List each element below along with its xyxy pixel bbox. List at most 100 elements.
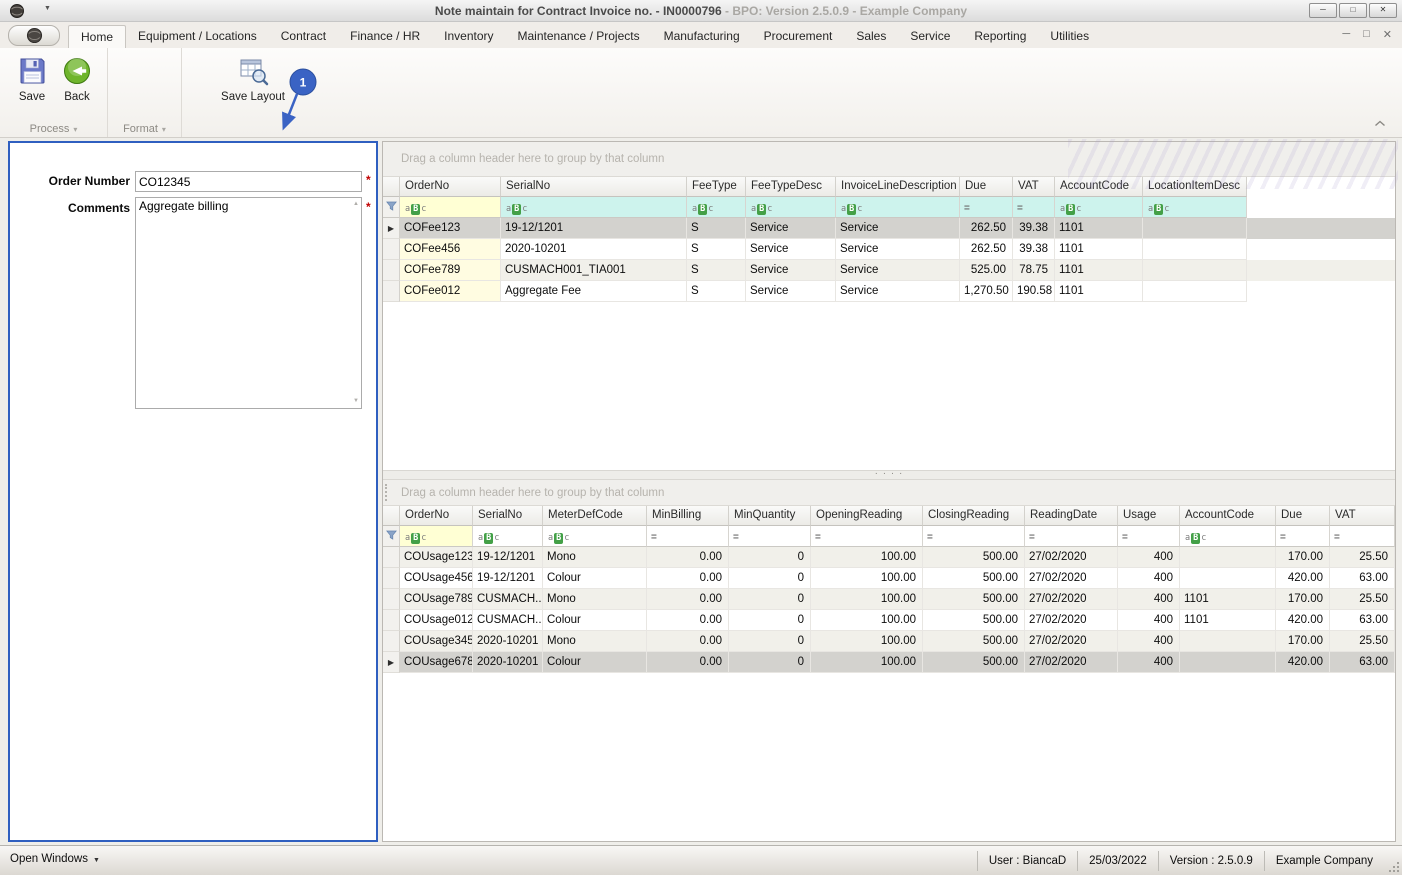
column-header-readingdate[interactable]: ReadingDate	[1025, 506, 1118, 526]
column-header-vat[interactable]: VAT	[1330, 506, 1395, 526]
grid-cell[interactable]: Service	[746, 218, 836, 239]
grid-cell[interactable]: 27/02/2020	[1025, 589, 1118, 610]
minimize-button[interactable]: ─	[1309, 3, 1337, 18]
grid-cell[interactable]: S	[687, 260, 746, 281]
grid-cell[interactable]: 100.00	[811, 589, 923, 610]
grid-cell[interactable]: S	[687, 281, 746, 302]
grid-cell[interactable]: 0.00	[647, 568, 729, 589]
column-header-serialno[interactable]: SerialNo	[473, 506, 543, 526]
tab-reporting[interactable]: Reporting	[962, 25, 1038, 48]
filter-cell-feetypedesc[interactable]: aBc	[746, 197, 836, 218]
grid-cell[interactable]: Service	[836, 281, 960, 302]
grid-cell[interactable]: 1101	[1180, 589, 1276, 610]
grid-cell[interactable]: 39.38	[1013, 218, 1055, 239]
grid-cell[interactable]: 27/02/2020	[1025, 631, 1118, 652]
column-header-openingreading[interactable]: OpeningReading	[811, 506, 923, 526]
row-indicator-cell[interactable]	[383, 547, 400, 568]
tab-contract[interactable]: Contract	[269, 25, 338, 48]
grid-cell[interactable]: 420.00	[1276, 610, 1330, 631]
grid-cell[interactable]: Service	[746, 260, 836, 281]
column-header-due[interactable]: Due	[1276, 506, 1330, 526]
grid-cell[interactable]	[1180, 652, 1276, 673]
grid-splitter[interactable]: · · · ·	[383, 470, 1395, 480]
grid-cell[interactable]: Mono	[543, 589, 647, 610]
grid-cell[interactable]: CUSMACH...	[473, 589, 543, 610]
tab-procurement[interactable]: Procurement	[752, 25, 845, 48]
column-header-closingreading[interactable]: ClosingReading	[923, 506, 1025, 526]
column-header-due[interactable]: Due	[960, 177, 1013, 197]
grid-cell[interactable]: 400	[1118, 631, 1180, 652]
grid-cell[interactable]: 0.00	[647, 589, 729, 610]
grid-cell[interactable]: Colour	[543, 652, 647, 673]
grid-cell[interactable]: Mono	[543, 631, 647, 652]
column-header-vat[interactable]: VAT	[1013, 177, 1055, 197]
grid-cell[interactable]: 400	[1118, 547, 1180, 568]
grid-cell[interactable]: 0	[729, 631, 811, 652]
grid-cell[interactable]: 500.00	[923, 547, 1025, 568]
filter-cell-locationitemdesc[interactable]: aBc	[1143, 197, 1247, 218]
grid-cell[interactable]: 400	[1118, 568, 1180, 589]
column-header-feetypedesc[interactable]: FeeTypeDesc	[746, 177, 836, 197]
grid-cell[interactable]: 0	[729, 610, 811, 631]
column-header-accountcode[interactable]: AccountCode	[1180, 506, 1276, 526]
filter-cell-orderno[interactable]: aBc	[400, 526, 473, 547]
grid-cell[interactable]	[1180, 547, 1276, 568]
resize-grip[interactable]	[1388, 861, 1400, 873]
row-indicator-cell[interactable]	[383, 631, 400, 652]
tab-home[interactable]: Home	[68, 25, 126, 48]
column-header-locationitemdesc[interactable]: LocationItemDesc	[1143, 177, 1247, 197]
filter-cell-usage[interactable]: =	[1118, 526, 1180, 547]
grid-cell[interactable]: 400	[1118, 610, 1180, 631]
ribbon-collapse-button[interactable]	[1374, 116, 1386, 130]
grid-cell[interactable]: Colour	[543, 568, 647, 589]
maximize-button[interactable]: □	[1339, 3, 1367, 18]
grid-cell[interactable]: 1101	[1055, 281, 1143, 302]
grid-cell[interactable]: 2020-10201	[473, 631, 543, 652]
grid-cell[interactable]: COUsage123	[400, 547, 473, 568]
grid-cell[interactable]: 0	[729, 652, 811, 673]
grid-cell[interactable]: COFee012	[400, 281, 501, 302]
grid-cell[interactable]	[1143, 281, 1247, 302]
back-button[interactable]: Back	[56, 55, 98, 103]
grid-cell[interactable]: CUSMACH...	[473, 610, 543, 631]
grid-cell[interactable]: 400	[1118, 589, 1180, 610]
grid-cell[interactable]: S	[687, 239, 746, 260]
grid-cell[interactable]: Mono	[543, 547, 647, 568]
filter-cell-readingdate[interactable]: =	[1025, 526, 1118, 547]
grid-cell[interactable]: 1101	[1055, 239, 1143, 260]
grid-cell[interactable]: 0.00	[647, 547, 729, 568]
app-menu-button[interactable]	[8, 25, 60, 46]
grid-cell[interactable]: 0	[729, 568, 811, 589]
tab-inventory[interactable]: Inventory	[432, 25, 505, 48]
save-button[interactable]: Save	[10, 55, 54, 103]
close-button[interactable]: ✕	[1369, 3, 1397, 18]
grid-cell[interactable]: 19-12/1201	[473, 568, 543, 589]
grid-cell[interactable]: 190.58	[1013, 281, 1055, 302]
fees-groupby-bar[interactable]: Drag a column header here to group by th…	[383, 142, 1395, 177]
grid-cell[interactable]: 525.00	[960, 260, 1013, 281]
grid-cell[interactable]: 0	[729, 547, 811, 568]
grid-cell[interactable]: 2020-10201	[501, 239, 687, 260]
filter-cell-due[interactable]: =	[960, 197, 1013, 218]
grid-cell[interactable]: 39.38	[1013, 239, 1055, 260]
grid-cell[interactable]: 63.00	[1330, 652, 1395, 673]
tab-finance-hr[interactable]: Finance / HR	[338, 25, 432, 48]
grid-cell[interactable]: 19-12/1201	[473, 547, 543, 568]
filter-cell-openingreading[interactable]: =	[811, 526, 923, 547]
grid-cell[interactable]: 27/02/2020	[1025, 547, 1118, 568]
grid-cell[interactable]: 63.00	[1330, 610, 1395, 631]
scroll-up-icon[interactable]: ▲	[353, 201, 359, 207]
group-dialog-launcher-icon[interactable]: ▾	[73, 125, 77, 134]
tab-equipment-locations[interactable]: Equipment / Locations	[126, 25, 269, 48]
grid-cell[interactable]	[1143, 260, 1247, 281]
grid-cell[interactable]: 100.00	[811, 568, 923, 589]
scroll-down-icon[interactable]: ▼	[353, 398, 359, 404]
tab-service[interactable]: Service	[898, 25, 962, 48]
grid-cell[interactable]: 170.00	[1276, 547, 1330, 568]
save-layout-button[interactable]: Save Layout	[220, 55, 286, 103]
panel-drag-handle[interactable]	[385, 484, 389, 501]
column-header-orderno[interactable]: OrderNo	[400, 177, 501, 197]
grid-cell[interactable]: S	[687, 218, 746, 239]
grid-cell[interactable]: COUsage012	[400, 610, 473, 631]
grid-cell[interactable]: Service	[836, 239, 960, 260]
